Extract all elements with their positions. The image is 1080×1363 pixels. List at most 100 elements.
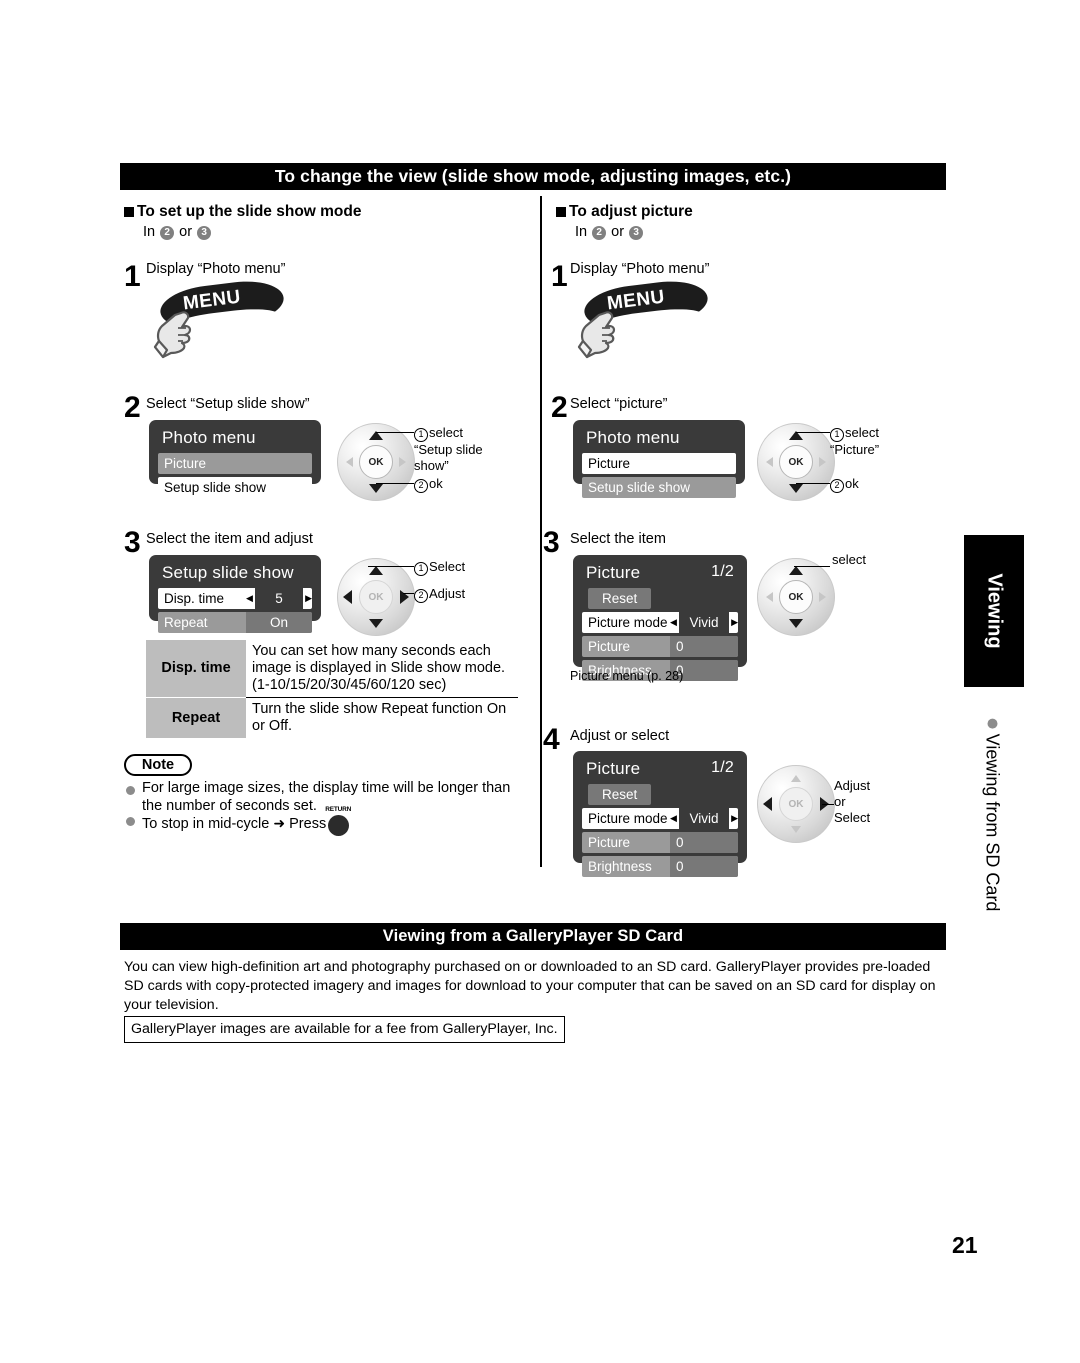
right-picture-menu-box-step4: 1/2 Picture Reset Picture mode ◀ Vivid ▶… xyxy=(573,751,747,877)
galleryplayer-description: You can view high-definition art and pho… xyxy=(124,959,936,1013)
picture-menu-reset-row[interactable]: Reset xyxy=(582,784,738,805)
dpad-up-arrow-icon[interactable] xyxy=(791,775,801,782)
dpad-ok-button[interactable]: OK xyxy=(359,445,393,479)
dpad-up-arrow-icon[interactable] xyxy=(789,566,803,575)
left-photo-menu-title: Photo menu xyxy=(162,428,256,447)
desc-value-disp-time: You can set how many seconds each image … xyxy=(246,640,518,699)
dpad-ok-button[interactable]: OK xyxy=(779,787,813,821)
right-step3-dpad[interactable]: OK xyxy=(757,558,835,636)
right-step2-dpad[interactable]: OK xyxy=(757,423,835,501)
right-step3-callout: select xyxy=(832,552,866,567)
pointing-hand-icon xyxy=(577,311,616,359)
in-conjunction: or xyxy=(179,224,193,240)
row-repeat[interactable]: Repeat On xyxy=(158,612,312,633)
column-divider xyxy=(540,196,542,867)
dpad-left-arrow-icon[interactable] xyxy=(763,797,772,811)
dpad-ok-button[interactable]: OK xyxy=(359,580,393,614)
left-step1-number: 1 xyxy=(124,260,141,293)
bullet-square-icon xyxy=(556,207,566,217)
right-step2-callout-2: 2 ok xyxy=(830,476,859,493)
row-disp-time-left-arrow-icon[interactable]: ◀ xyxy=(246,588,255,609)
dpad-right-arrow-icon[interactable] xyxy=(819,457,826,467)
circled-number-3: 3 xyxy=(629,226,644,240)
dpad-down-arrow-icon[interactable] xyxy=(369,619,383,628)
picture-menu-row-picture[interactable]: Picture 0 xyxy=(582,636,738,657)
picture-menu-reset-row[interactable]: Reset xyxy=(582,588,738,609)
dpad-down-arrow-icon[interactable] xyxy=(789,619,803,628)
galleryplayer-fee-note: GalleryPlayer images are available for a… xyxy=(124,1016,565,1044)
picture-menu-reset-button[interactable]: Reset xyxy=(588,588,652,609)
picture-menu-title: 1/2 Picture xyxy=(586,563,738,583)
dpad-ok-button[interactable]: OK xyxy=(779,580,813,614)
picture-menu-row-picture[interactable]: Picture 0 xyxy=(582,832,738,853)
picture-mode-left-arrow-icon[interactable]: ◀ xyxy=(670,808,679,829)
in-prefix: In xyxy=(143,224,156,240)
note-press-word: Press xyxy=(289,816,327,832)
dpad-down-arrow-icon[interactable] xyxy=(369,484,383,493)
dpad-down-arrow-icon[interactable] xyxy=(791,826,801,833)
left-step3-dpad[interactable]: OK xyxy=(337,558,415,636)
right-step1-caption: Display “Photo menu” xyxy=(570,261,710,277)
callout-2-text: ok xyxy=(429,476,443,491)
picture-menu-page-indicator: 1/2 xyxy=(711,563,734,580)
row-disp-time-label: Disp. time xyxy=(164,591,225,606)
picture-menu-row-picture-mode[interactable]: Picture mode ◀ Vivid ▶ xyxy=(582,808,738,829)
note-badge: Note xyxy=(124,754,192,776)
picture-mode-right-arrow-icon[interactable]: ▶ xyxy=(729,612,738,633)
picture-row-value: 0 xyxy=(670,636,738,657)
callout-marker-2: 2 xyxy=(830,479,844,493)
left-step2-callout-2: 2 ok xyxy=(414,476,443,493)
note-text-2: To stop in mid-cycle ➜ Press RETURN xyxy=(142,806,532,837)
row-disp-time-right-arrow-icon[interactable]: ▶ xyxy=(303,588,312,609)
note-bullet-2 xyxy=(126,817,135,826)
callout-1-text2: “Picture” xyxy=(830,442,880,457)
picture-menu-row-picture-mode[interactable]: Picture mode ◀ Vivid ▶ xyxy=(582,612,738,633)
right-picture-menu-box-step3: 1/2 Picture Reset Picture mode ◀ Vivid ▶… xyxy=(573,555,747,681)
right-step2-leader-1 xyxy=(796,432,830,433)
side-label-text: Viewing from SD Card xyxy=(982,733,1003,912)
callout-marker-2: 2 xyxy=(414,589,428,603)
right-photo-menu-item-setup-slide-show-label: Setup slide show xyxy=(588,480,691,495)
dpad-right-arrow-icon[interactable] xyxy=(819,592,826,602)
picture-menu-row-brightness[interactable]: Brightness 0 xyxy=(582,856,738,877)
return-button-icon[interactable]: RETURN xyxy=(325,806,352,837)
left-step2-caption: Select “Setup slide show” xyxy=(146,396,310,412)
note-bullet-1 xyxy=(126,786,135,795)
dpad-left-arrow-icon[interactable] xyxy=(766,592,773,602)
right-photo-menu-box: Photo menu Picture Setup slide show xyxy=(573,420,745,498)
right-photo-menu-item-setup-slide-show[interactable]: Setup slide show xyxy=(582,477,736,498)
dpad-right-arrow-icon[interactable] xyxy=(399,457,406,467)
dpad-down-arrow-icon[interactable] xyxy=(789,484,803,493)
callout-1-text: Select xyxy=(429,559,466,574)
left-in-reference: In 2 or 3 xyxy=(143,224,212,240)
picture-menu-reset-button[interactable]: Reset xyxy=(588,784,652,805)
dpad-left-arrow-icon[interactable] xyxy=(346,457,353,467)
callout-marker-2: 2 xyxy=(414,479,428,493)
left-step2-dpad[interactable]: OK xyxy=(337,423,415,501)
dpad-left-arrow-icon[interactable] xyxy=(766,457,773,467)
picture-menu-title-text: Picture xyxy=(586,759,641,778)
picture-mode-right-arrow-icon[interactable]: ▶ xyxy=(729,808,738,829)
picture-row-label: Picture xyxy=(588,835,631,850)
picture-mode-left-arrow-icon[interactable]: ◀ xyxy=(670,612,679,633)
right-menu-button-illustration: MENU xyxy=(567,277,717,368)
left-photo-menu-item-setup-slide-show[interactable]: Setup slide show xyxy=(158,477,312,498)
left-photo-menu-item-picture[interactable]: Picture xyxy=(158,453,312,474)
left-step2-callout-1: 1 select “Setup slide show” xyxy=(414,425,483,474)
left-setup-slide-show-box: Setup slide show Disp. time ◀ 5 ▶ Repeat… xyxy=(149,555,321,633)
table-row: Disp. time You can set how many seconds … xyxy=(146,640,518,699)
circled-number-3: 3 xyxy=(197,226,212,240)
side-subsection-label: Viewing from SD Card xyxy=(962,700,1022,930)
right-photo-menu-item-picture[interactable]: Picture xyxy=(582,453,736,474)
left-step2-leader-1 xyxy=(376,432,414,433)
row-disp-time[interactable]: Disp. time ◀ 5 ▶ xyxy=(158,588,312,609)
dpad-left-arrow-icon[interactable] xyxy=(343,590,352,604)
picture-menu-title-text: Picture xyxy=(586,563,641,582)
in-prefix: In xyxy=(575,224,588,240)
in-conjunction: or xyxy=(611,224,625,240)
callout-line-1: Adjust xyxy=(834,778,871,793)
right-column-heading: To adjust picture xyxy=(556,203,693,221)
dpad-up-arrow-icon[interactable] xyxy=(369,566,383,575)
dpad-ok-button[interactable]: OK xyxy=(779,445,813,479)
callout-2-text: ok xyxy=(845,476,859,491)
